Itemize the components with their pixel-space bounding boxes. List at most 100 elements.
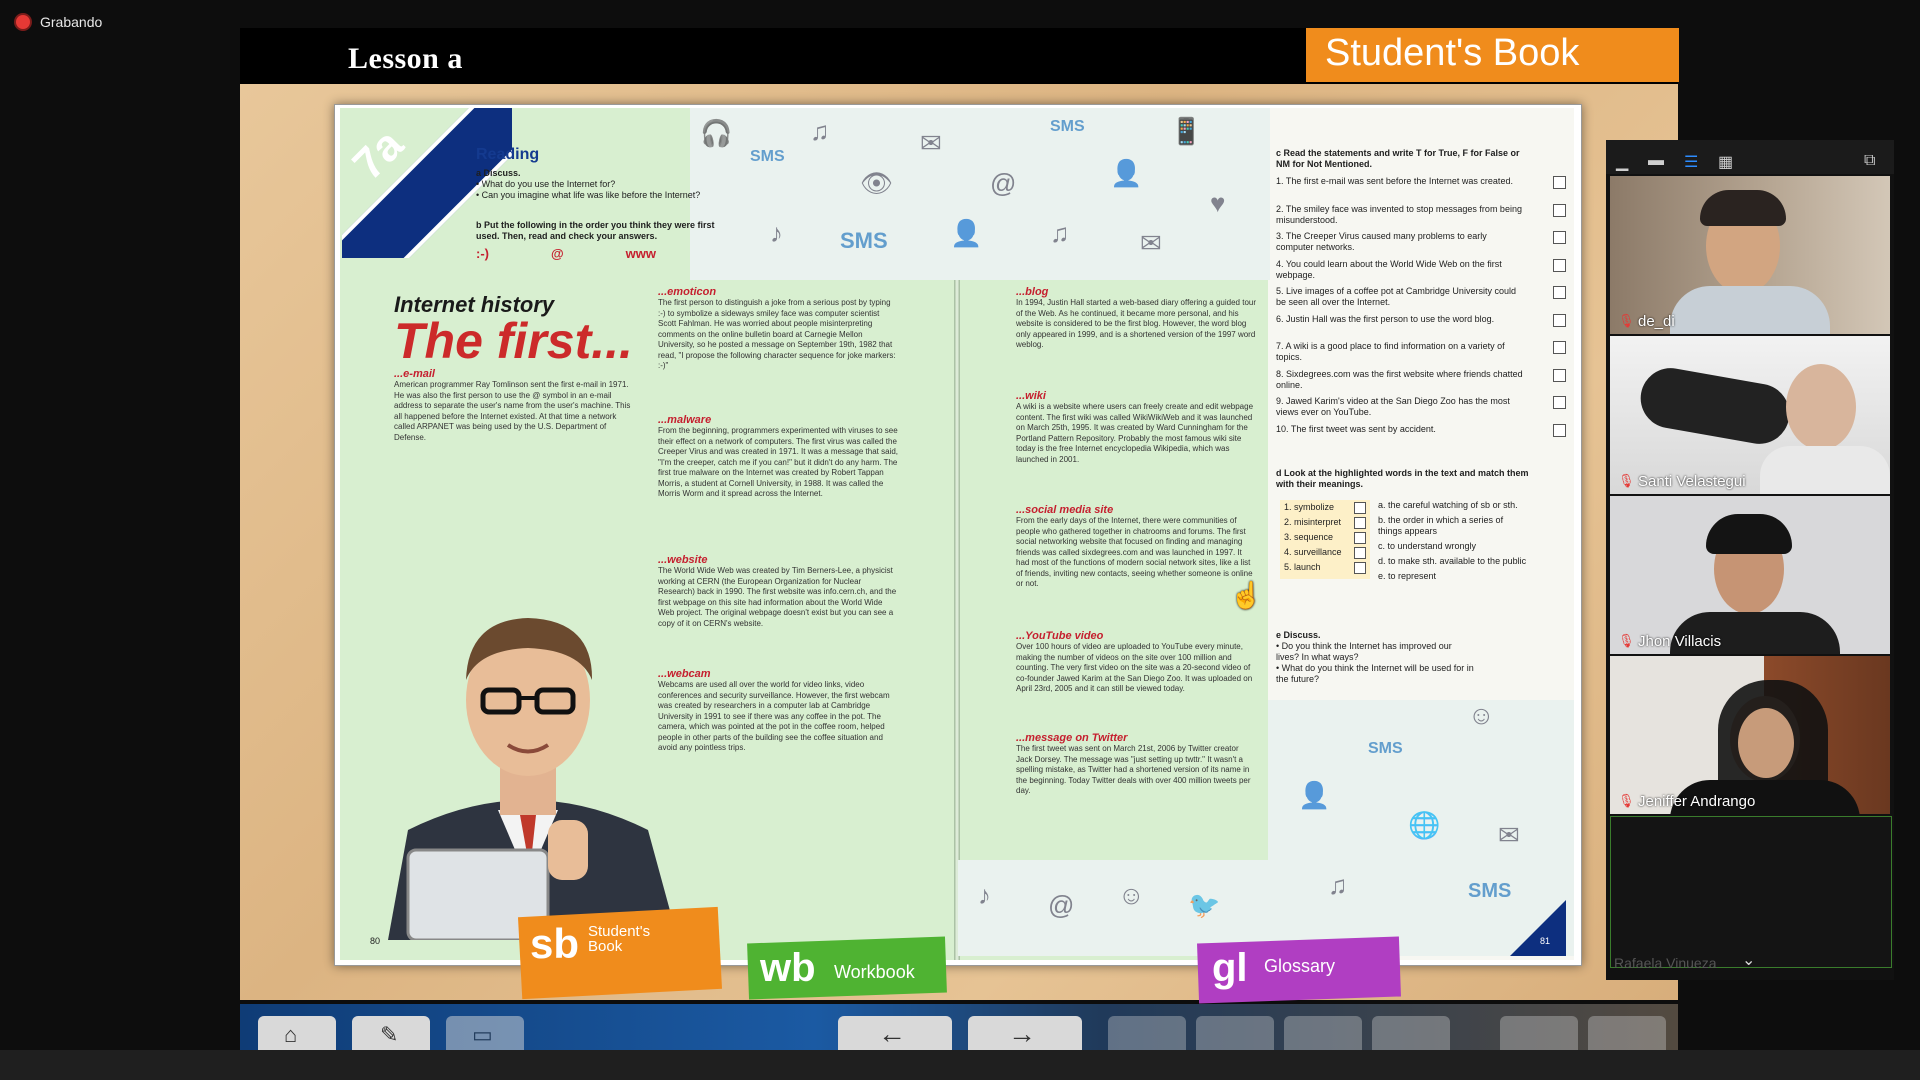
answer-checkbox[interactable] xyxy=(1553,176,1566,189)
answer-checkbox[interactable] xyxy=(1553,286,1566,299)
task-d-word: 1. symbolize xyxy=(1284,502,1335,512)
symbol-www: www xyxy=(625,246,656,261)
tool-button[interactable] xyxy=(1372,1016,1450,1052)
exit-fullscreen-icon[interactable]: ⧉ xyxy=(1864,152,1875,170)
internet-history-big-title: The first... xyxy=(394,313,633,369)
symbols-row: :-) @ www xyxy=(476,246,656,261)
forward-button[interactable]: → xyxy=(968,1016,1082,1052)
task-e-heading: e Discuss. xyxy=(1276,630,1321,640)
tool-button[interactable] xyxy=(1196,1016,1274,1052)
back-arrow-icon: ← xyxy=(878,1018,906,1049)
section-youtube: ...YouTube video Over 100 hours of video… xyxy=(1016,630,1256,695)
student-book-header: Student's Book xyxy=(1325,32,1580,74)
section-text: Over 100 hours of video are uploaded to … xyxy=(1016,642,1253,693)
screen-button[interactable]: ▭ xyxy=(446,1016,524,1052)
answer-checkbox[interactable] xyxy=(1553,396,1566,409)
tab-wb-abbr: wb xyxy=(760,946,816,990)
pen-icon: ✎ xyxy=(380,1022,399,1047)
back-button[interactable]: ← xyxy=(838,1016,952,1052)
icon-collage-bottom-center: ♪ @ ☺ 🐦 xyxy=(958,860,1268,956)
tab-gl-label: Glossary xyxy=(1264,956,1336,976)
task-d-meanings: a. the careful watching of sb or sth. b.… xyxy=(1378,500,1528,586)
answer-checkbox[interactable] xyxy=(1553,423,1566,437)
envelope-icon: ✉ xyxy=(1498,820,1520,850)
hand-cursor-icon: ☝ xyxy=(1230,580,1263,610)
tool-button[interactable] xyxy=(1588,1016,1666,1052)
task-c-item: 3. The Creeper Virus caused many problem… xyxy=(1276,231,1566,259)
participant-tile-video-off[interactable] xyxy=(1610,816,1892,968)
minimize-icon[interactable]: ▁ xyxy=(1616,152,1628,172)
section-title: ...YouTube video xyxy=(1016,630,1104,642)
participant-tile[interactable]: 🎙 de_di xyxy=(1610,176,1890,334)
answer-checkbox[interactable] xyxy=(1553,203,1566,217)
tool-button[interactable] xyxy=(1500,1016,1578,1052)
task-d-meaning: e. to represent xyxy=(1378,571,1437,581)
participant-name: Rafaela Vinueza xyxy=(1614,955,1717,971)
participant-tile[interactable]: 🎙 Jeniffer Andrango xyxy=(1610,656,1890,814)
task-c-text: 4. You could learn about the World Wide … xyxy=(1276,258,1502,280)
section-title: ...message on Twitter xyxy=(1016,732,1128,744)
sms-icon: SMS xyxy=(1368,740,1403,757)
music-note-icon: ♪ xyxy=(978,880,991,910)
match-box[interactable] xyxy=(1354,547,1366,559)
screen-icon: ▭ xyxy=(472,1022,493,1047)
section-title: ...website xyxy=(658,554,708,566)
task-c-item: 1. The first e-mail was sent before the … xyxy=(1276,176,1566,204)
chevron-down-icon[interactable]: ⌄ xyxy=(1742,950,1755,970)
section-text: The first tweet was sent on March 21st, … xyxy=(1016,744,1251,795)
task-c-item: 10. The first tweet was sent by accident… xyxy=(1276,423,1566,452)
task-d-meaning: d. to make sth. available to the public xyxy=(1378,556,1527,566)
task-d-word: 2. misinterpret xyxy=(1284,517,1342,527)
answer-checkbox[interactable] xyxy=(1553,368,1566,382)
match-box[interactable] xyxy=(1354,502,1366,514)
at-sign-icon: @ xyxy=(990,168,1017,198)
pen-button[interactable]: ✎ xyxy=(352,1016,430,1052)
task-d-word: 5. launch xyxy=(1284,562,1321,572)
person-silhouette-icon: 👤 xyxy=(950,218,983,248)
phone-icon: 📱 xyxy=(1170,116,1203,146)
participant-tile[interactable]: 🎙 Santi Velastegui xyxy=(1610,336,1890,494)
task-c-item: 7. A wiki is a good place to find inform… xyxy=(1276,341,1566,369)
answer-checkbox[interactable] xyxy=(1553,258,1566,272)
envelope-icon: ✉ xyxy=(920,128,942,158)
task-d-word-row: 2. misinterpret xyxy=(1284,517,1366,532)
home-button[interactable]: ⌂ xyxy=(258,1016,336,1052)
participant-tile[interactable]: 🎙 Jhon Villacis xyxy=(1610,496,1890,654)
task-c-text: 7. A wiki is a good place to find inform… xyxy=(1276,341,1505,362)
gallery-view-icon[interactable]: ▦ xyxy=(1718,152,1733,172)
muted-mic-icon: 🎙 xyxy=(1618,313,1635,328)
section-wiki: ...wiki A wiki is a website where users … xyxy=(1016,390,1256,465)
answer-checkbox[interactable] xyxy=(1553,231,1566,244)
section-blog: ...blog In 1994, Justin Hall started a w… xyxy=(1016,286,1256,351)
task-d-meaning: b. the order in which a series of things… xyxy=(1378,515,1504,536)
section-title: ...blog xyxy=(1016,286,1049,298)
icon-collage-top: 🎧 SMS ♫ 👁 ✉ @ SMS 👤 📱 ♥ ♪ SMS 👤 ♫ ✉ xyxy=(690,108,1270,280)
speaker-view-icon[interactable]: ☰ xyxy=(1684,152,1698,172)
thumbnail-view-icon[interactable]: ▬ xyxy=(1648,152,1664,170)
tool-button[interactable] xyxy=(1284,1016,1362,1052)
music-note-icon: ♪ xyxy=(770,218,783,248)
task-e-item: • Do you think the Internet has improved… xyxy=(1276,641,1452,662)
person-silhouette-icon: 👤 xyxy=(1298,780,1331,810)
discuss-a-item: • Can you imagine what life was like bef… xyxy=(476,190,701,200)
task-c-text: 2. The smiley face was invented to stop … xyxy=(1276,203,1522,225)
task-c-text: 8. Sixdegrees.com was the first website … xyxy=(1276,368,1523,390)
match-box[interactable] xyxy=(1354,562,1366,574)
task-c-item: 6. Justin Hall was the first person to u… xyxy=(1276,313,1566,342)
match-box[interactable] xyxy=(1354,517,1366,529)
match-box[interactable] xyxy=(1354,532,1366,544)
lesson-title: Lesson a xyxy=(348,42,463,75)
book-button[interactable] xyxy=(1108,1016,1186,1052)
muted-mic-icon: 🎙 xyxy=(1618,473,1635,488)
recording-dot-icon xyxy=(16,15,30,29)
person-silhouette-icon: 👤 xyxy=(1110,158,1143,188)
answer-checkbox[interactable] xyxy=(1553,341,1566,354)
music-note-icon: ♫ xyxy=(1328,870,1348,900)
icon-collage-bottom-right: ☺ SMS 👤 🌐 ✉ ♫ SMS xyxy=(1268,700,1574,956)
section-title: ...wiki xyxy=(1016,390,1046,402)
task-c-text: 1. The first e-mail was sent before the … xyxy=(1276,176,1513,186)
task-e: e Discuss. • Do you think the Internet h… xyxy=(1276,630,1476,685)
task-c-heading: c Read the statements and write T for Tr… xyxy=(1276,148,1520,169)
sms-icon: SMS xyxy=(1468,880,1512,902)
answer-checkbox[interactable] xyxy=(1553,313,1566,327)
